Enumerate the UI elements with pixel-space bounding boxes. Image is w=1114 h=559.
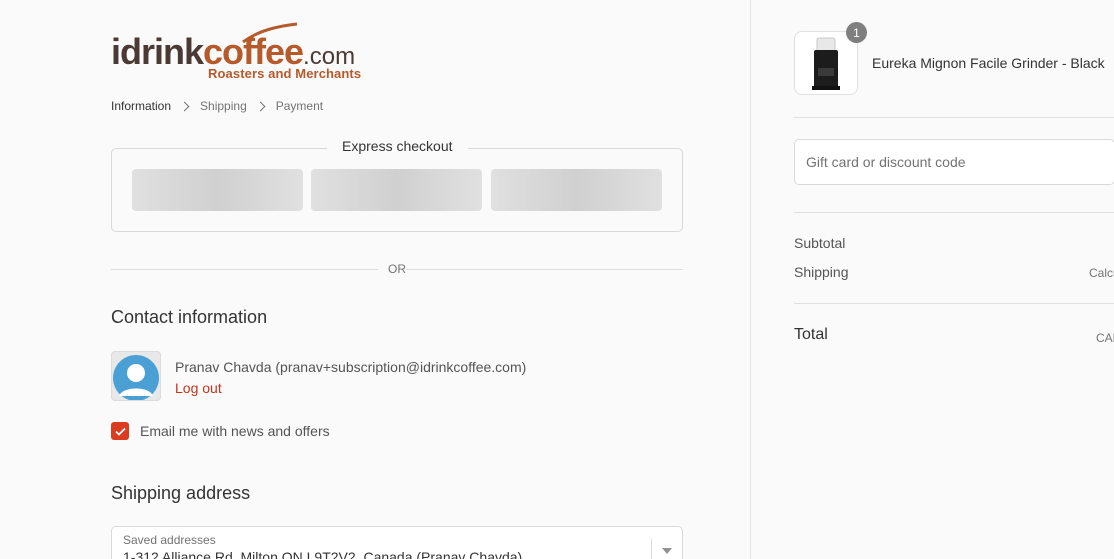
quantity-badge: 1 [846, 22, 867, 43]
or-label: OR [388, 262, 406, 276]
express-checkout: Express checkout [111, 138, 683, 232]
chevron-right-icon [179, 101, 190, 111]
order-summary: 1 Eureka Mignon Facile Grinder - Black S… [750, 0, 1114, 559]
total-currency: CAD [1096, 331, 1114, 345]
newsletter-checkbox[interactable] [111, 422, 129, 440]
express-pay-button-1[interactable] [132, 169, 303, 211]
breadcrumb-payment: Payment [275, 99, 324, 113]
grinder-image [812, 37, 840, 90]
product-name: Eureka Mignon Facile Grinder - Black [872, 55, 1105, 71]
newsletter-label: Email me with news and offers [140, 423, 330, 439]
saved-addresses-label: Saved addresses [123, 533, 216, 547]
contact-user-email: Pranav Chavda (pranav+subscription@idrin… [175, 359, 527, 375]
chevron-down-icon [662, 548, 672, 554]
contact-heading: Contact information [111, 307, 268, 327]
express-pay-button-2[interactable] [311, 169, 482, 211]
shipping-heading: Shipping address [111, 483, 251, 503]
checkmark-icon [114, 427, 126, 436]
divider-line [794, 212, 1114, 213]
breadcrumb: Information Shipping Payment [111, 99, 323, 113]
discount-code-input[interactable] [794, 139, 1114, 185]
divider-line [406, 269, 683, 270]
shipping-label: Shipping [794, 264, 849, 280]
breadcrumb-information[interactable]: Information [111, 99, 171, 113]
or-divider: OR [111, 262, 683, 278]
breadcrumb-shipping: Shipping [200, 99, 247, 113]
newsletter-option[interactable]: Email me with news and offers [111, 422, 330, 440]
divider-line [111, 269, 378, 270]
product-thumbnail [794, 31, 858, 95]
logo-idrink: idrink [111, 31, 204, 72]
select-divider [651, 539, 652, 559]
checkout-main: idrinkcoffee.com Roasters and Merchants … [0, 0, 750, 559]
express-pay-button-3[interactable] [491, 169, 662, 211]
user-icon [113, 355, 159, 400]
subtotal-label: Subtotal [794, 235, 846, 251]
express-checkout-title: Express checkout [327, 138, 468, 154]
divider-line [794, 117, 1114, 118]
saved-address-value: 1-312 Alliance Rd, Milton ON L9T2V2, Can… [123, 549, 523, 559]
saved-addresses-select[interactable]: Saved addresses 1-312 Alliance Rd, Milto… [111, 526, 683, 559]
avatar [111, 351, 161, 401]
logo-tagline: Roasters and Merchants [208, 66, 362, 81]
store-logo[interactable]: idrinkcoffee.com Roasters and Merchants [111, 22, 381, 84]
divider-line [794, 303, 1114, 304]
shipping-value: Calcu [1089, 266, 1114, 280]
logout-link[interactable]: Log out [175, 380, 222, 396]
total-label: Total [794, 326, 828, 343]
chevron-right-icon [255, 101, 266, 111]
